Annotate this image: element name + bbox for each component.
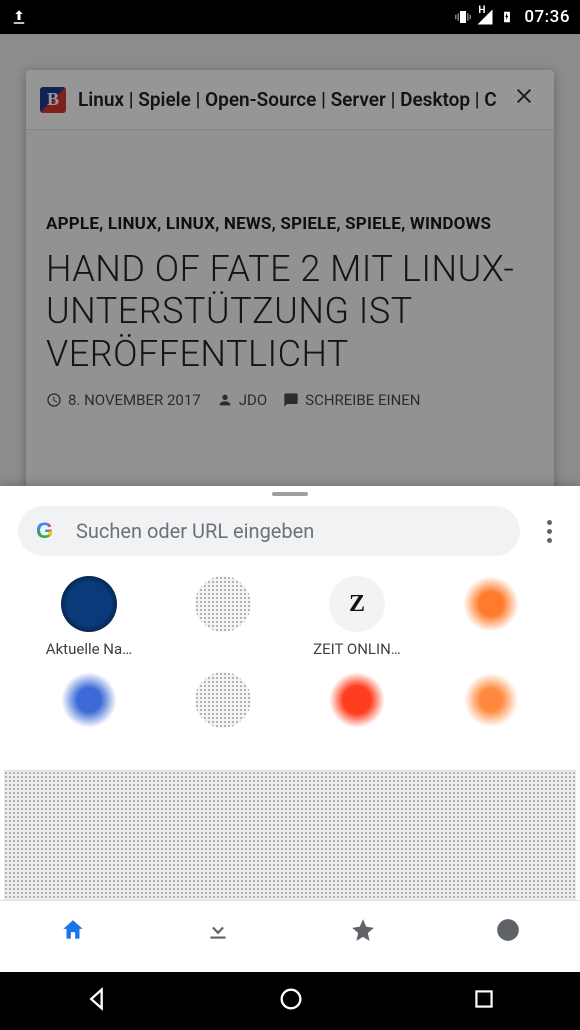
android-nav-bar [0,972,580,1030]
shortcut-icon: Z [329,576,385,632]
search-bar[interactable]: G Suchen oder URL eingeben [18,506,520,556]
shortcut-icon [329,672,385,728]
shortcut-icon [61,672,117,728]
shortcut-label: Aktuelle Na… [46,640,132,658]
nav-downloads-button[interactable] [145,901,290,958]
shortcut-tile[interactable] [24,672,154,754]
network-type-label: H [478,5,485,16]
overflow-menu-button[interactable] [530,506,568,556]
shortcut-tile[interactable] [158,576,288,658]
shortcut-icon [61,576,117,632]
vibrate-icon [454,8,472,26]
home-icon [60,917,86,943]
home-button[interactable] [277,985,305,1017]
clock-icon [495,917,521,943]
shortcut-tile[interactable] [426,576,556,658]
shortcut-icon [195,576,251,632]
clock-label: 07:36 [524,7,570,27]
shortcut-label: ZEIT ONLIN… [313,640,401,658]
android-status-bar: H 07:36 [0,0,580,34]
shortcut-icon [195,672,251,728]
recents-button[interactable] [471,986,497,1016]
shortcut-tile[interactable] [426,672,556,754]
shortcut-tile[interactable]: Z ZEIT ONLIN… [292,576,422,658]
shortcut-tile[interactable] [292,672,422,754]
google-logo-icon: G [36,518,62,544]
back-button[interactable] [83,985,111,1017]
shortcut-tile[interactable] [158,672,288,754]
shortcuts-grid: Aktuelle Na… Z ZEIT ONLIN… [0,560,580,762]
shortcut-icon [463,576,519,632]
battery-charging-icon [498,8,516,26]
shortcut-icon [463,672,519,728]
new-tab-bottom-sheet: G Suchen oder URL eingeben Aktuelle Na… … [0,486,580,972]
suggested-content-card[interactable] [4,770,576,900]
signal-icon: H [476,8,494,26]
nav-bookmarks-button[interactable] [290,901,435,958]
upload-icon [10,8,28,26]
shortcut-tile[interactable]: Aktuelle Na… [24,576,154,658]
chrome-bottom-nav [0,900,580,958]
nav-home-button[interactable] [0,901,145,958]
nav-history-button[interactable] [435,901,580,958]
star-icon [350,917,376,943]
download-icon [205,917,231,943]
drag-handle[interactable] [272,492,308,496]
app-area: B Linux | Spiele | Open-Source | Server … [0,34,580,972]
search-placeholder: Suchen oder URL eingeben [76,519,314,543]
